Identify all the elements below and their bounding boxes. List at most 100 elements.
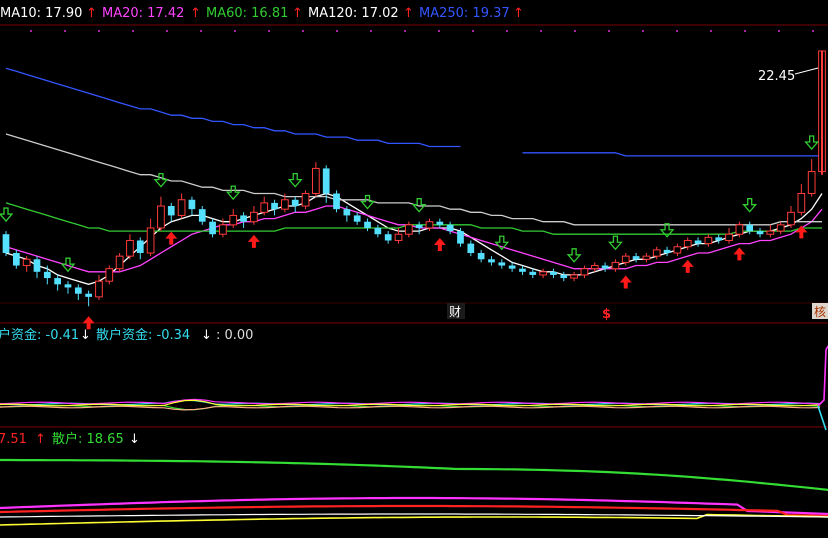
candle[interactable] xyxy=(85,290,92,307)
candle[interactable] xyxy=(167,202,175,222)
sell-signal-arrow[interactable] xyxy=(0,207,14,223)
candle[interactable] xyxy=(570,271,578,282)
candle[interactable] xyxy=(560,271,568,282)
sell-signal-arrow[interactable] xyxy=(411,198,427,213)
candle-body xyxy=(64,284,72,288)
candle[interactable] xyxy=(611,259,620,272)
sell-signal-arrow[interactable] xyxy=(608,235,623,251)
buy-signal-arrow[interactable] xyxy=(681,259,694,273)
candle[interactable] xyxy=(157,196,165,232)
candle[interactable] xyxy=(715,234,723,244)
candle[interactable] xyxy=(601,262,609,272)
chart-canvas[interactable]: MA10: 17.90 ↑ MA20: 17.42 ↑ MA60: 16.81 … xyxy=(0,0,828,534)
candle[interactable] xyxy=(209,218,216,238)
candle[interactable] xyxy=(301,190,310,210)
candle[interactable] xyxy=(177,193,186,219)
candle[interactable] xyxy=(136,237,144,260)
candle[interactable] xyxy=(756,227,764,238)
candle[interactable] xyxy=(291,196,299,213)
candle[interactable] xyxy=(519,265,526,275)
price-panel[interactable] xyxy=(0,50,826,330)
candle[interactable] xyxy=(550,268,557,279)
candle[interactable] xyxy=(353,212,361,225)
candle[interactable] xyxy=(539,268,547,279)
candle[interactable] xyxy=(374,224,382,238)
sell-signal-arrow[interactable] xyxy=(60,257,76,273)
candle[interactable] xyxy=(146,218,155,257)
top-tick xyxy=(64,30,66,32)
top-tick xyxy=(642,30,644,32)
candle[interactable] xyxy=(642,253,651,263)
sell-signal-arrow[interactable] xyxy=(566,248,582,263)
candle[interactable] xyxy=(488,256,495,266)
earnings-marker[interactable]: 财 xyxy=(449,305,461,319)
sell-signal-arrow[interactable] xyxy=(804,135,820,151)
candle[interactable] xyxy=(632,253,640,263)
candle[interactable] xyxy=(12,249,20,269)
candle-body xyxy=(353,215,361,222)
candle[interactable] xyxy=(198,206,206,225)
retail-legend: 7.51 ↑ 散户: 18.65 ↓ xyxy=(0,431,140,447)
top-tick xyxy=(404,30,406,32)
sell-signal-arrow[interactable] xyxy=(153,172,169,188)
candle[interactable] xyxy=(694,237,702,247)
candle[interactable] xyxy=(384,231,392,244)
candle[interactable] xyxy=(590,262,599,272)
candle[interactable] xyxy=(54,274,62,291)
candle[interactable] xyxy=(271,199,278,216)
candle[interactable] xyxy=(126,234,134,260)
candle[interactable] xyxy=(364,218,371,232)
sell-signal-arrow[interactable] xyxy=(742,198,758,213)
candle[interactable] xyxy=(477,249,485,263)
candle[interactable] xyxy=(2,231,10,257)
candle[interactable] xyxy=(415,221,423,235)
candle[interactable] xyxy=(787,206,795,228)
candle[interactable] xyxy=(33,256,41,279)
candle[interactable] xyxy=(115,253,124,272)
candle[interactable] xyxy=(74,284,82,300)
candle[interactable] xyxy=(404,221,413,238)
buy-signal-arrow[interactable] xyxy=(247,234,260,248)
stock-chart[interactable]: MA10: 17.90 ↑ MA20: 17.42 ↑ MA60: 16.81 … xyxy=(0,0,828,534)
candle-body xyxy=(725,233,733,241)
candle[interactable] xyxy=(240,212,247,228)
candle[interactable] xyxy=(580,265,589,279)
candle[interactable] xyxy=(529,268,537,279)
capital-flow-panel[interactable] xyxy=(0,345,828,431)
buy-signal-arrow[interactable] xyxy=(165,231,178,245)
sell-signal-arrow[interactable] xyxy=(225,185,241,201)
candle[interactable] xyxy=(250,206,258,225)
candle[interactable] xyxy=(776,221,785,235)
candle[interactable] xyxy=(663,246,671,257)
buy-signal-arrow[interactable] xyxy=(733,247,746,261)
sell-signal-arrow[interactable] xyxy=(287,172,303,188)
candle[interactable] xyxy=(188,196,196,216)
top-tick xyxy=(778,30,780,32)
candle[interactable] xyxy=(333,190,340,213)
retail-panel[interactable] xyxy=(0,458,828,526)
buy-signal-arrow[interactable] xyxy=(619,275,632,289)
candle[interactable] xyxy=(797,184,806,216)
sell-signal-arrow[interactable] xyxy=(360,194,375,210)
candle[interactable] xyxy=(704,234,713,247)
candle[interactable] xyxy=(725,227,733,244)
candle[interactable] xyxy=(95,274,103,300)
candle[interactable] xyxy=(673,243,682,257)
candle-body xyxy=(95,280,103,298)
dollar-marker[interactable]: $ xyxy=(602,307,611,322)
candle-body xyxy=(374,227,382,235)
candle[interactable] xyxy=(508,262,516,272)
candle[interactable] xyxy=(64,281,72,294)
candle[interactable] xyxy=(260,196,269,216)
candle[interactable] xyxy=(807,159,816,197)
candle[interactable] xyxy=(467,240,475,257)
candle[interactable] xyxy=(229,209,238,228)
candle[interactable] xyxy=(766,224,775,238)
candle[interactable] xyxy=(312,162,320,197)
candle[interactable] xyxy=(436,218,444,228)
top-tick xyxy=(166,30,168,32)
candle[interactable] xyxy=(498,259,506,269)
buy-signal-arrow[interactable] xyxy=(433,237,446,251)
check-marker[interactable]: 核 xyxy=(814,305,826,319)
candle[interactable] xyxy=(105,265,114,285)
